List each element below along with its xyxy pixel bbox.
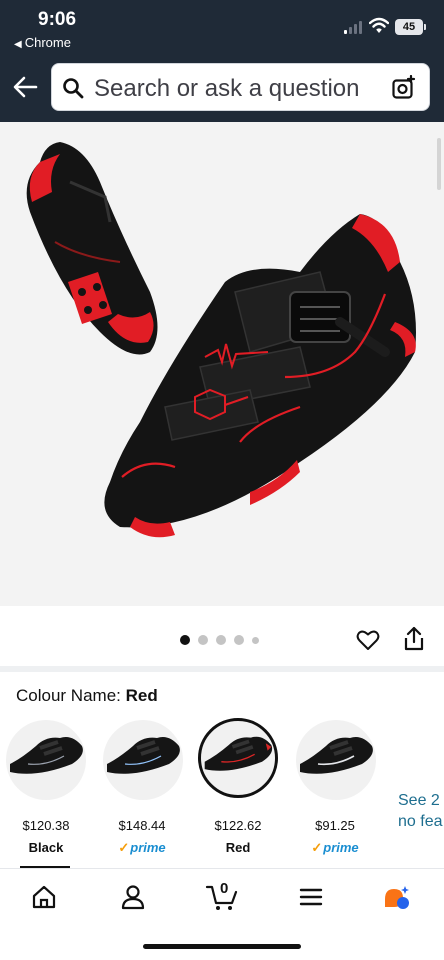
prime-badge: ✓prime [311,840,359,855]
home-icon[interactable] [30,883,58,911]
product-page: 9:06 ◀ Chrome 45 Search or ask a question [0,0,444,960]
cell-signal-icon [344,20,364,34]
cart-button[interactable]: 0 [205,880,239,911]
variant-shoe-image [300,737,373,774]
cart-count: 0 [220,880,229,897]
account-icon[interactable] [119,883,147,911]
prime-check-icon: ✓ [311,840,323,855]
variant-swatch-red[interactable] [198,718,278,798]
variant-swatch-white[interactable] [296,720,376,800]
variant-name: Red [225,840,251,855]
battery-indicator: 45 [395,19,426,35]
back-to-app-link[interactable]: ◀ Chrome [14,35,71,50]
variant-price: $120.38 [22,818,70,833]
variant-price: $91.25 [315,818,355,833]
home-indicator [143,944,301,949]
rufus-icon[interactable] [383,883,411,911]
search-icon [63,78,84,99]
menu-icon[interactable] [297,883,325,911]
variant-swatch-black[interactable] [6,720,86,800]
share-icon[interactable] [402,626,426,652]
search-input[interactable]: Search or ask a question [51,63,430,111]
prime-check-icon: ✓ [118,840,130,855]
back-arrow-icon[interactable] [12,74,38,100]
section-divider [0,666,444,672]
colour-name-label: Colour Name: Red [16,686,158,705]
image-pagination[interactable] [180,634,259,646]
variant-shoe-image [10,737,83,774]
visual-search-icon[interactable] [391,75,417,101]
variant-name: Black [28,840,64,855]
see-more-options-link[interactable]: See 2 no fea [398,790,442,832]
wifi-icon [369,17,389,33]
variant-price: $122.62 [214,818,262,833]
pagination-dot[interactable] [252,636,259,644]
product-image[interactable] [0,122,444,606]
app-header: 9:06 ◀ Chrome 45 Search or ask a question [0,0,444,122]
pagination-dot[interactable] [216,635,226,645]
back-triangle-icon: ◀ [14,39,22,50]
page-scrollbar[interactable] [437,138,441,190]
heart-icon[interactable] [356,628,380,652]
variant-shoe-image [107,737,180,774]
pagination-dot[interactable] [180,635,190,645]
pagination-dot[interactable] [198,635,208,645]
pagination-dot[interactable] [234,635,244,645]
status-time: 9:06 [38,9,77,30]
variant-price: $148.44 [118,818,166,833]
search-placeholder: Search or ask a question [94,75,360,102]
variant-swatch-blue[interactable] [103,720,183,800]
variant-shoe-image [204,736,273,771]
prime-badge: ✓prime [118,840,166,855]
cycling-shoes-image [26,142,416,538]
selected-colour: Red [125,686,158,705]
